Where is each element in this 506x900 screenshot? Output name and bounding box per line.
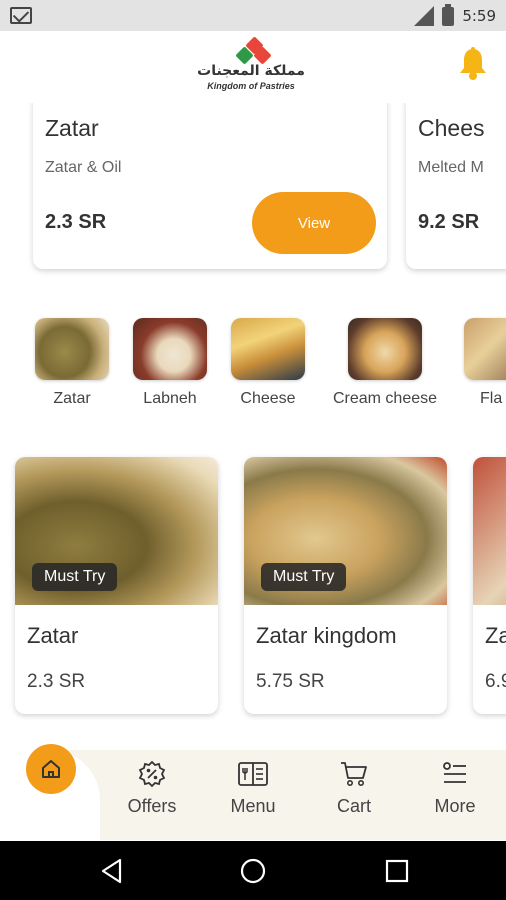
featured-carousel[interactable]: Must Try Zatar 2.3 SR Must Try Zatar kin… <box>0 452 506 720</box>
category-thumb <box>133 318 207 380</box>
status-bar: 5:59 <box>0 0 506 31</box>
category-cheese[interactable]: Cheese <box>226 310 310 410</box>
featured-name: Zatar <box>27 623 79 648</box>
battery-icon <box>442 3 455 26</box>
nav-more-label: More <box>434 796 476 816</box>
nav-menu-label: Menu <box>230 796 276 816</box>
product-card-cheese[interactable]: Chees Melted M 9.2 SR <box>406 103 506 269</box>
status-time: 5:59 <box>462 7 496 25</box>
recents-square-icon[interactable] <box>383 857 411 885</box>
featured-card-zatar[interactable]: Must Try Zatar 2.3 SR <box>15 457 218 714</box>
product-name: Zatar <box>45 115 99 141</box>
product-name: Chees <box>418 115 485 141</box>
signal-icon <box>414 6 435 26</box>
must-try-badge: Must Try <box>261 563 347 591</box>
product-price: 2.3 SR <box>45 211 107 233</box>
category-cream-cheese[interactable]: Cream cheese <box>326 310 444 410</box>
kingdom-of-pastries-logo: مملكة المعجنات Kingdom of Pastries <box>196 36 316 99</box>
category-label: Labneh <box>143 390 197 407</box>
product-card-zatar[interactable]: Zatar Zatar & Oil 2.3 SR View <box>33 103 387 269</box>
category-label: Cheese <box>240 390 296 407</box>
home-button[interactable] <box>26 744 76 794</box>
nav-cart-label: Cart <box>336 796 371 816</box>
nav-menu[interactable]: Menu <box>213 760 293 830</box>
product-subtitle: Zatar & Oil <box>45 159 122 176</box>
logo-english-text: Kingdom of Pastries <box>207 81 295 91</box>
featured-price: 6.9 <box>485 671 506 692</box>
list-icon <box>443 762 466 783</box>
home-tab-container <box>0 744 100 840</box>
category-list[interactable]: Zatar Labneh Cheese Cream cheese Fla <box>0 310 506 422</box>
cart-icon <box>341 762 367 786</box>
nav-more[interactable]: More <box>415 760 495 830</box>
product-price: 9.2 SR <box>418 211 480 233</box>
featured-price: 5.75 SR <box>256 671 325 692</box>
bottom-navigation: Offers Menu Cart More <box>0 744 506 840</box>
featured-card-partial[interactable]: Za 6.9 <box>473 457 506 714</box>
category-thumb <box>35 318 109 380</box>
featured-name: Za <box>485 623 506 648</box>
category-zatar[interactable]: Zatar <box>30 310 114 410</box>
category-label: Zatar <box>53 390 91 407</box>
product-subtitle: Melted M <box>418 159 484 176</box>
percent-badge-icon <box>138 760 166 788</box>
category-thumb <box>464 318 506 380</box>
view-button[interactable]: View <box>252 192 376 254</box>
home-icon <box>42 760 60 778</box>
nav-cart[interactable]: Cart <box>314 760 394 830</box>
featured-name: Zatar kingdom <box>256 623 397 648</box>
category-thumb <box>231 318 305 380</box>
featured-card-zatar-kingdom[interactable]: Must Try Zatar kingdom 5.75 SR <box>244 457 447 714</box>
nav-offers-label: Offers <box>127 796 177 816</box>
category-label: Fla <box>480 390 503 407</box>
app-header: مملكة المعجنات Kingdom of Pastries <box>0 31 506 103</box>
must-try-badge: Must Try <box>32 563 118 591</box>
nav-offers[interactable]: Offers <box>112 760 192 830</box>
top-products-carousel[interactable]: Zatar Zatar & Oil 2.3 SR View Chees Melt… <box>0 103 506 283</box>
home-circle-icon[interactable] <box>239 857 267 885</box>
menu-book-icon <box>238 762 268 786</box>
notification-bell-icon[interactable] <box>458 47 488 81</box>
featured-price: 2.3 SR <box>27 671 86 692</box>
system-navigation-bar <box>0 841 506 900</box>
category-labneh[interactable]: Labneh <box>128 310 212 410</box>
back-icon[interactable] <box>98 857 126 885</box>
featured-image <box>473 457 506 605</box>
logo-arabic-text: مملكة المعجنات <box>197 63 305 79</box>
category-fla[interactable]: Fla <box>460 310 506 410</box>
category-thumb <box>348 318 422 380</box>
category-label: Cream cheese <box>332 390 438 407</box>
mail-notification-icon <box>10 7 32 24</box>
